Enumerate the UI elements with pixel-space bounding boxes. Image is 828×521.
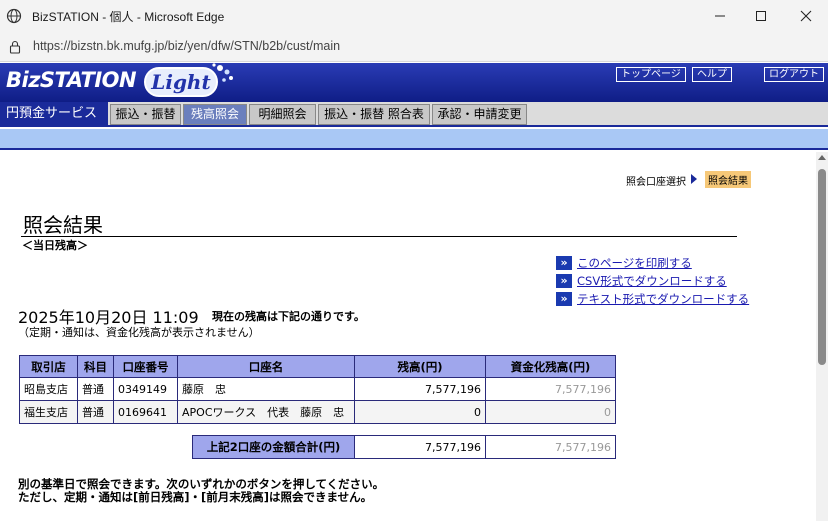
cell-account-name: APOCワークス 代表 藤原 忠	[177, 400, 355, 424]
browser-window: BizSTATION - 個人 - Microsoft Edge https:/…	[0, 0, 828, 521]
tab-approval-change[interactable]: 承認・申請変更	[432, 104, 527, 125]
col-type: 科目	[77, 355, 114, 378]
tab-balance-inquiry[interactable]: 残高照会	[183, 104, 247, 125]
vertical-scrollbar[interactable]	[816, 152, 828, 521]
title-divider	[21, 236, 737, 237]
total-balance: 7,577,196	[354, 435, 486, 459]
double-chevron-icon: »	[556, 256, 572, 270]
balance-note: 現在の残高は下記の通りです。	[212, 310, 365, 323]
breadcrumb-current: 照会結果	[705, 171, 751, 188]
globe-icon	[6, 8, 22, 24]
close-button[interactable]	[786, 4, 826, 28]
title-bar: BizSTATION - 個人 - Microsoft Edge	[0, 0, 828, 32]
balance-subnote: （定期・通知は、資金化残高が表示されません）	[18, 326, 260, 339]
cell-type: 普通	[77, 400, 114, 424]
window-title: BizSTATION - 個人 - Microsoft Edge	[32, 10, 225, 24]
table-row: 昭島支店 普通 0349149 藤原 忠 7,577,196 7,577,196	[19, 377, 616, 401]
table-row: 福生支店 普通 0169641 APOCワークス 代表 藤原 忠 0 0	[19, 400, 616, 424]
total-table: 上記2口座の金額合計(円) 7,577,196 7,577,196	[192, 435, 616, 459]
close-icon	[800, 10, 812, 22]
tab-transfer[interactable]: 振込・振替	[110, 104, 181, 125]
balance-table: 取引店 科目 口座番号 口座名 残高(円) 資金化残高(円) 昭島支店 普通 0…	[19, 355, 616, 424]
col-balance: 残高(円)	[354, 355, 486, 378]
logo-text: BizSTATION	[6, 68, 137, 92]
tab-transfer-reconciliation[interactable]: 振込・振替 照合表	[318, 104, 430, 125]
service-label: 円預金サービス	[0, 102, 108, 127]
col-available-balance: 資金化残高(円)	[485, 355, 616, 378]
minimize-icon	[715, 15, 725, 17]
double-chevron-icon: »	[556, 292, 572, 306]
col-account-number: 口座番号	[113, 355, 178, 378]
double-chevron-icon: »	[556, 274, 572, 288]
cell-account-name: 藤原 忠	[177, 377, 355, 401]
cell-available-balance: 0	[485, 400, 616, 424]
csv-download-link[interactable]: CSV形式でダウンロードする	[577, 273, 727, 289]
col-branch: 取引店	[19, 355, 78, 378]
cell-account-number: 0349149	[113, 377, 178, 401]
tab-statement-inquiry[interactable]: 明細照会	[249, 104, 316, 125]
footnote: 別の基準日で照会できます。次のいずれかのボタンを押してください。 ただし、定期・…	[18, 478, 384, 504]
breadcrumb-arrow-icon	[691, 174, 697, 184]
help-link[interactable]: ヘルプ	[692, 67, 732, 82]
page-title: 照会結果	[23, 213, 103, 237]
footnote-line-2: ただし、定期・通知は[前日残高]・[前月末残高]は照会できません。	[18, 490, 373, 504]
cell-type: 普通	[77, 377, 114, 401]
cell-balance: 7,577,196	[354, 377, 486, 401]
url-text[interactable]: https://bizstn.bk.mufg.jp/biz/yen/dfw/ST…	[33, 39, 340, 53]
maximize-icon	[756, 11, 766, 21]
brand-header: BizSTATION Light トップページ ヘルプ ログアウト	[0, 63, 828, 102]
cell-balance: 0	[354, 400, 486, 424]
sub-nav-strip	[0, 129, 828, 150]
text-download-link[interactable]: テキスト形式でダウンロードする	[577, 291, 749, 307]
total-label: 上記2口座の金額合計(円)	[192, 435, 355, 459]
cell-branch: 昭島支店	[19, 377, 78, 401]
cell-account-number: 0169641	[113, 400, 178, 424]
bizstation-logo[interactable]: BizSTATION Light	[6, 67, 218, 98]
maximize-button[interactable]	[741, 4, 781, 28]
main-content: 照会口座選択 照会結果 照会結果 ＜当日残高＞ » このページを印刷する » C…	[0, 152, 816, 521]
col-account-name: 口座名	[177, 355, 355, 378]
total-available-balance: 7,577,196	[485, 435, 616, 459]
cell-available-balance: 7,577,196	[485, 377, 616, 401]
top-page-link[interactable]: トップページ	[616, 67, 686, 82]
table-header-row: 取引店 科目 口座番号 口座名 残高(円) 資金化残高(円)	[19, 355, 616, 378]
print-page-link[interactable]: このページを印刷する	[577, 255, 692, 271]
cell-branch: 福生支店	[19, 400, 78, 424]
scroll-thumb[interactable]	[818, 169, 826, 365]
address-bar[interactable]: https://bizstn.bk.mufg.jp/biz/yen/dfw/ST…	[0, 32, 828, 62]
logout-link[interactable]: ログアウト	[764, 67, 824, 82]
main-nav: 円預金サービス 振込・振替 残高照会 明細照会 振込・振替 照合表 承認・申請変…	[0, 102, 828, 127]
total-row: 上記2口座の金額合計(円) 7,577,196 7,577,196	[192, 435, 616, 459]
scroll-up-arrow-icon[interactable]	[818, 155, 826, 160]
logo-dots-decoration	[212, 63, 233, 82]
page-subtitle: ＜当日残高＞	[22, 239, 88, 252]
lock-icon	[9, 40, 21, 54]
page-viewport: BizSTATION Light トップページ ヘルプ ログアウト 円預金サービ…	[0, 63, 828, 521]
minimize-button[interactable]	[700, 4, 740, 28]
breadcrumb-step-select-account: 照会口座選択	[626, 177, 686, 188]
